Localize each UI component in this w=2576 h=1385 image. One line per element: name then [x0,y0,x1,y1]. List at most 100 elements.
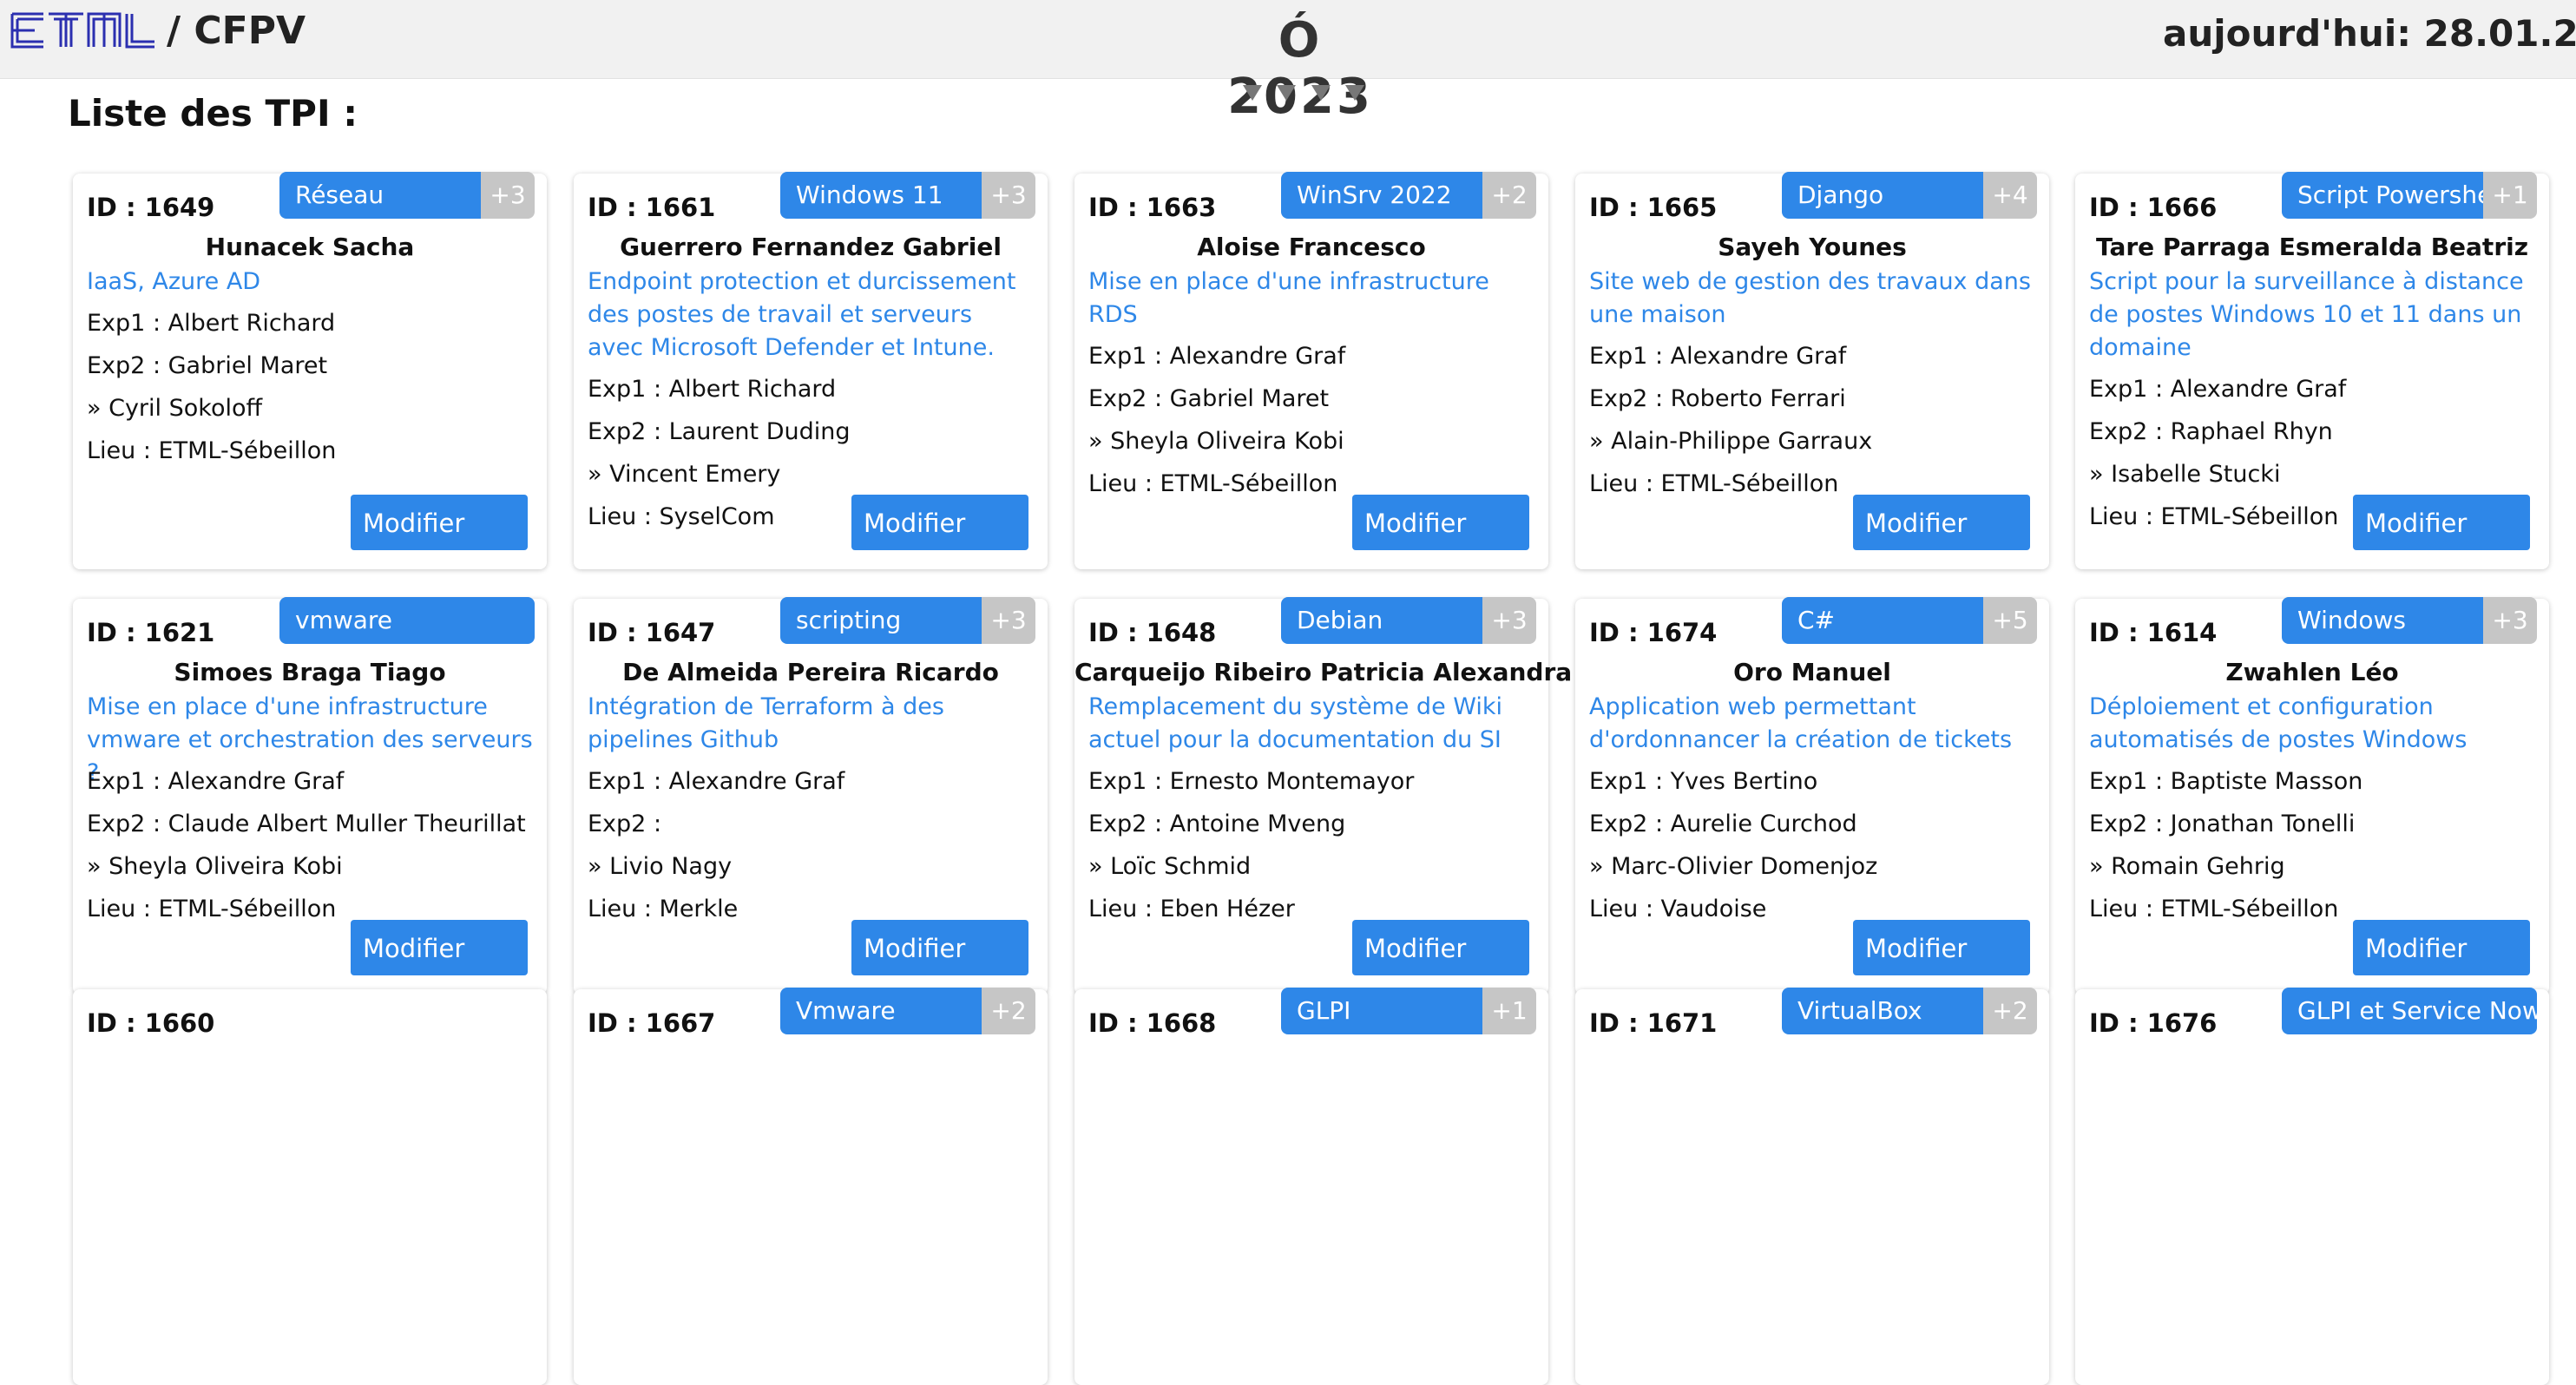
more-tags-badge[interactable]: +4 [1983,172,2037,219]
tag-badge[interactable]: Windows 11 [780,172,982,219]
tag-badge[interactable]: GLPI [1281,988,1482,1034]
tpi-card: ID : 1674 C# +5 Oro Manuel Application web p… [1575,597,2049,994]
tag-group[interactable]: VirtualBox +2 [1782,988,2037,1034]
expert-1: Exp1 : Baptiste Masson [2089,768,2363,795]
expert-1: Exp1 : Alexandre Graf [2089,376,2347,403]
project-manager: » Sheyla Oliveira Kobi [87,853,343,880]
project-subject[interactable]: Déploiement et configuration automatisés… [2089,691,2535,757]
tpi-card: ID : 1676 GLPI et Service Now [2075,988,2549,1385]
etml-logo[interactable] [9,10,158,50]
tag-group[interactable]: Windows 11 +3 [780,172,1035,219]
tag-group[interactable]: GLPI +1 [1281,988,1536,1034]
expert-2: Exp2 : Laurent Duding [588,418,851,445]
tag-group[interactable]: Debian +3 [1281,597,1536,644]
more-tags-badge[interactable]: +3 [982,597,1035,644]
project-subject[interactable]: Script pour la surveillance à distance d… [2089,266,2535,364]
modify-button[interactable]: Modifier [2353,920,2530,975]
tag-badge[interactable]: Django [1782,172,1983,219]
project-subject[interactable]: Mise en place d'une infrastructure RDS [1088,266,1534,331]
card-id: ID : 1667 [588,1008,716,1038]
modify-button[interactable]: Modifier [1352,495,1529,550]
project-subject[interactable]: IaaS, Azure AD [87,266,533,299]
project-manager: » Alain-Philippe Garraux [1589,428,1873,455]
modify-button[interactable]: Modifier [351,495,528,550]
current-date: aujourd'hui: 28.01.2024 [2163,12,2576,55]
more-tags-badge[interactable]: +3 [481,172,535,219]
modify-button[interactable]: Modifier [1352,920,1529,975]
project-subject[interactable]: Remplacement du système de Wiki actuel p… [1088,691,1534,757]
tpi-card: ID : 1667 Vmware +2 [574,988,1048,1385]
student-name: Carqueijo Ribeiro Patricia Alexandra [1074,658,1573,686]
more-tags-badge[interactable]: +5 [1983,597,2037,644]
card-id: ID : 1674 [1589,618,1718,647]
project-subject[interactable]: Endpoint protection et durcissement des … [588,266,1034,364]
more-tags-badge[interactable]: +2 [982,988,1035,1034]
project-manager: » Sheyla Oliveira Kobi [1088,428,1344,455]
tpi-card: ID : 1660 [73,989,547,1385]
expert-1: Exp1 : Albert Richard [87,310,336,337]
card-details: Exp1 : Ernesto Montemayor Exp2 : Antoine … [1088,760,1534,930]
tag-badge[interactable]: vmware [279,597,535,644]
expert-2: Exp2 : Roberto Ferrari [1589,385,1846,412]
card-details: Exp1 : Alexandre Graf Exp2 : Roberto Ferr… [1589,335,2035,505]
expert-2: Exp2 : Gabriel Maret [1088,385,1330,412]
tag-badge[interactable]: Vmware [780,988,982,1034]
card-details: Exp1 : Alexandre Graf Exp2 :» Livio Nagy L… [588,760,1034,930]
more-tags-badge[interactable]: +2 [1482,172,1536,219]
student-name: Hunacek Sacha [205,233,415,261]
tag-group[interactable]: GLPI et Service Now [2282,988,2537,1034]
project-subject[interactable]: Application web permettant d'ordonnancer… [1589,691,2035,757]
expert-2: Exp2 : Claude Albert Muller Theurillat [87,811,526,837]
tag-badge[interactable]: Script Powershell [2282,172,2483,219]
modify-button[interactable]: Modifier [851,495,1028,550]
arrow-down-icon [1344,85,1364,101]
modify-button[interactable]: Modifier [851,920,1028,975]
tpi-card: ID : 1647 scripting +3 De Almeida Pereira R… [574,597,1048,994]
project-manager: » Loïc Schmid [1088,853,1252,880]
tpi-card: ID : 1666 Script Powershell+1 Tare Parraga… [2075,172,2549,569]
tag-badge[interactable]: GLPI et Service Now [2282,988,2537,1034]
tag-group[interactable]: Script Powershell+1 [2282,172,2537,219]
filter-toggle-arrows[interactable] [1243,85,1364,101]
tpi-card: ID : 1648 Debian +3 Carqueijo Ribeiro Patri… [1074,597,1573,994]
expert-1: Exp1 : Alexandre Graf [588,768,845,795]
card-id: ID : 1660 [87,1008,215,1038]
modify-button[interactable]: Modifier [351,920,528,975]
tag-group[interactable]: vmware [279,597,535,644]
more-tags-badge[interactable]: +2 [1983,988,2037,1034]
tag-group[interactable]: scripting +3 [780,597,1035,644]
tag-group[interactable]: Windows +3 [2282,597,2537,644]
project-subject[interactable]: Site web de gestion des travaux dans une… [1589,266,2035,331]
modify-button[interactable]: Modifier [1853,920,2030,975]
tag-group[interactable]: Vmware +2 [780,988,1035,1034]
tag-badge[interactable]: Debian [1281,597,1482,644]
tag-group[interactable]: WinSrv 2022 +2 [1281,172,1536,219]
arrow-down-icon [1243,85,1262,101]
card-details: Exp1 : Alexandre Graf Exp2 : Gabriel Mare… [1088,335,1534,505]
more-tags-badge[interactable]: +1 [2483,172,2537,219]
expert-1: Exp1 : Ernesto Montemayor [1088,768,1415,795]
more-tags-badge[interactable]: +3 [982,172,1035,219]
tag-group[interactable]: C# +5 [1782,597,2037,644]
tag-group[interactable]: Réseau +3 [279,172,535,219]
more-tags-badge[interactable]: +3 [2483,597,2537,644]
modify-button[interactable]: Modifier [1853,495,2030,550]
tpi-card: ID : 1649 Réseau +3 Hunacek Sacha IaaS, Azur… [73,172,547,569]
tag-badge[interactable]: Windows [2282,597,2483,644]
student-name: Simoes Braga Tiago [174,658,446,686]
tag-badge[interactable]: VirtualBox [1782,988,1983,1034]
tag-badge[interactable]: scripting [780,597,982,644]
tag-badge[interactable]: WinSrv 2022 [1281,172,1482,219]
tag-badge[interactable]: Réseau [279,172,481,219]
more-tags-badge[interactable]: +3 [1482,597,1536,644]
project-subject[interactable]: Intégration de Terraform à des pipelines… [588,691,1034,757]
more-tags-badge[interactable]: +1 [1482,988,1536,1034]
expert-1: Exp1 : Alexandre Graf [1589,343,1847,370]
top-header: / CFPV Ó 2023 aujourd'hui: 28.01.2024 [0,0,2576,125]
tag-badge[interactable]: C# [1782,597,1983,644]
expert-1: Exp1 : Albert Richard [588,376,837,403]
tag-group[interactable]: Django +4 [1782,172,2037,219]
year-selector[interactable]: Ó 2023 [1212,12,1389,125]
student-name: Oro Manuel [1733,658,1891,686]
modify-button[interactable]: Modifier [2353,495,2530,550]
